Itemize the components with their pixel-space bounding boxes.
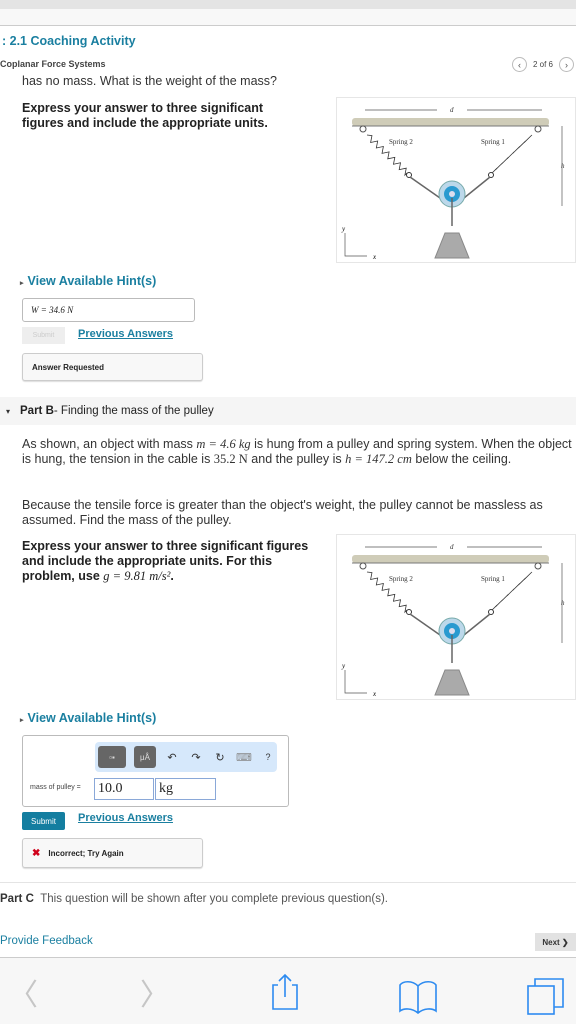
axes	[344, 670, 367, 694]
svg-text:y: y	[341, 662, 346, 670]
part-b-title: - Finding the mass of the pulley	[53, 405, 214, 417]
svg-text:y: y	[341, 225, 346, 233]
page-title: : 2.1 Coaching Activity	[2, 34, 136, 48]
share-icon[interactable]	[268, 973, 302, 1011]
svg-text:x: x	[372, 253, 377, 261]
status-box-b: ✖ Incorrect; Try Again	[22, 838, 203, 868]
prev-item-button[interactable]: ‹	[511, 57, 527, 72]
question-text: has no mass. What is the weight of the m…	[22, 74, 277, 88]
figure-diagram-b: d Spring 2 Spring 1 h y x	[336, 534, 576, 700]
svg-text:h: h	[561, 599, 565, 607]
previous-answers-link[interactable]: Previous Answers	[78, 328, 173, 340]
submit-button-disabled: Submit	[22, 327, 65, 344]
unit-input[interactable]: kg	[155, 778, 216, 800]
part-b-instruction: Express your answer to three significant…	[22, 539, 309, 583]
next-item-button[interactable]: ›	[559, 57, 574, 72]
redo-icon[interactable]: ↷	[188, 751, 204, 764]
caret-right-icon: ▸	[20, 717, 24, 724]
part-b-explanation: Because the tensile force is greater tha…	[22, 498, 543, 527]
caret-right-icon: ▸	[20, 280, 24, 287]
svg-text:Spring 2: Spring 2	[389, 575, 413, 583]
input-label: mass of pulley =	[30, 784, 81, 791]
browser-top-bar	[0, 0, 576, 9]
ceiling	[352, 118, 549, 126]
instruction-text: Express your answer to three significant…	[22, 101, 268, 130]
svg-text:Spring 1: Spring 1	[481, 138, 505, 146]
status-text: Incorrect; Try Again	[48, 848, 124, 858]
dimension-d: d	[365, 543, 542, 551]
svg-text:d: d	[450, 106, 454, 114]
back-icon[interactable]: 〈	[8, 970, 38, 1014]
dimension-h: h	[561, 563, 565, 643]
svg-text:x: x	[372, 690, 377, 698]
caret-down-icon: ▾	[6, 406, 11, 416]
hint-label: View Available Hint(s)	[27, 274, 157, 288]
divider	[0, 882, 576, 883]
svg-text:d: d	[450, 543, 454, 551]
view-hints-link[interactable]: ▸ View Available Hint(s)	[20, 274, 156, 288]
math-toolbar: ▫▪ μÅ ↶ ↷ ↻ ⌨ ?	[95, 742, 277, 772]
reset-icon[interactable]: ↻	[212, 751, 228, 764]
svg-text:Spring 1: Spring 1	[481, 575, 505, 583]
part-b-header[interactable]: ▾ Part B - Finding the mass of the pulle…	[0, 397, 576, 425]
error-x-icon: ✖	[32, 847, 41, 859]
part-b-label: Part B	[20, 405, 54, 417]
next-button[interactable]: Next ❯	[535, 933, 576, 951]
status-box: Answer Requested	[22, 353, 203, 381]
tabs-icon[interactable]	[526, 976, 566, 1016]
templates-button[interactable]: ▫▪	[98, 746, 126, 768]
previous-answers-link-b[interactable]: Previous Answers	[78, 812, 173, 824]
weight	[434, 669, 470, 696]
browser-toolbar: 〈 〉	[0, 957, 576, 1024]
hint-label: View Available Hint(s)	[27, 711, 157, 725]
ceiling	[352, 555, 549, 563]
pager: ‹ 2 of 6 ›	[511, 57, 574, 72]
provide-feedback-link[interactable]: Provide Feedback	[0, 935, 93, 947]
submit-button[interactable]: Submit	[22, 812, 65, 830]
address-strip	[0, 9, 576, 26]
weight	[434, 232, 470, 259]
dimension-h: h	[561, 126, 565, 206]
units-button[interactable]: μÅ	[134, 746, 156, 768]
keyboard-icon[interactable]: ⌨	[236, 751, 252, 764]
svg-text:h: h	[561, 162, 565, 170]
section-subtitle: Coplanar Force Systems	[0, 59, 106, 69]
undo-icon[interactable]: ↶	[164, 751, 180, 764]
bookmarks-icon[interactable]	[398, 980, 438, 1014]
view-hints-link-b[interactable]: ▸ View Available Hint(s)	[20, 711, 156, 725]
forward-icon[interactable]: 〉	[140, 970, 170, 1014]
value-input[interactable]: 10.0	[94, 778, 154, 800]
help-icon[interactable]: ?	[260, 752, 276, 762]
answer-field[interactable]: W = 34.6 N	[22, 298, 195, 322]
svg-text:Spring 2: Spring 2	[389, 138, 413, 146]
dimension-d: d	[365, 106, 542, 114]
part-b-problem: As shown, an object with mass m = 4.6 kg…	[22, 437, 572, 466]
figure-diagram: d Spring 2 Spring 1 h y x	[336, 97, 576, 263]
axes	[344, 233, 367, 257]
part-c-row: Part C This question will be shown after…	[0, 893, 388, 905]
pager-label: 2 of 6	[532, 60, 553, 69]
